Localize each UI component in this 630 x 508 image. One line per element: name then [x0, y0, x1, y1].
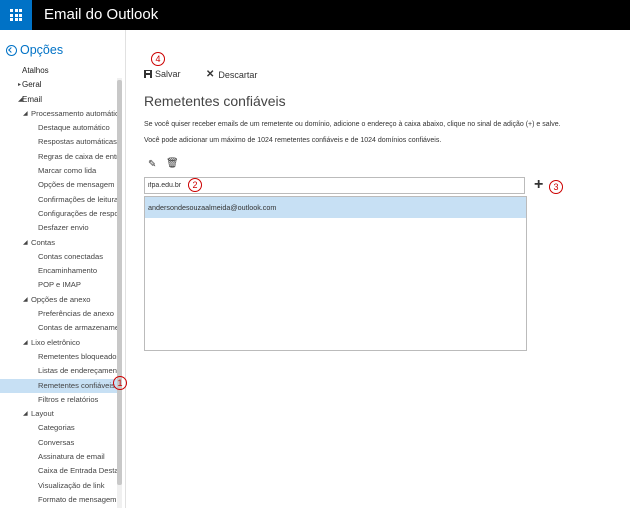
sidebar-item-label: Listas de endereçamento [38, 366, 118, 376]
sidebar-item-label: Formato de mensagem [38, 494, 117, 504]
sidebar-item[interactable]: ◢ Email [0, 93, 118, 107]
sidebar-item-label: Configurações de resposta [38, 208, 118, 218]
caret-down-icon[interactable]: ◢ [23, 336, 28, 350]
sidebar-item-label: Remetentes bloqueados [38, 351, 118, 361]
sidebar-item[interactable]: Filtros e relatórios [0, 393, 118, 407]
waffle-icon [10, 9, 22, 21]
sidebar-item-label: Confirmações de leitura [38, 194, 118, 204]
save-button[interactable]: Salvar [144, 69, 181, 79]
sidebar-item-label: Preferências de anexo [38, 309, 114, 319]
sidebar-item[interactable]: Assinatura de email [0, 450, 118, 464]
sidebar-item-label: Caixa de Entrada Destaques [38, 466, 118, 476]
options-heading: Opções [20, 43, 64, 57]
sidebar-item-label: Lixo eletrônico [31, 337, 80, 347]
sidebar-item-label: Assinatura de email [38, 452, 105, 462]
safe-senders-list[interactable]: andersondesouzaalmeida@outlook.com [144, 196, 527, 351]
sidebar-item-label: Processamento automático [31, 108, 118, 118]
sidebar-item[interactable]: ◢ Lixo eletrônico [0, 336, 118, 350]
caret-down-icon[interactable]: ◢ [23, 293, 28, 307]
sidebar-item-label: Opções de mensagem [38, 180, 115, 190]
sidebar-item[interactable]: Confirmações de leitura [0, 193, 118, 207]
top-bar: Email do Outlook [0, 0, 630, 30]
sidebar-item-label: Visualização de link [38, 480, 105, 490]
sidebar-item[interactable]: ◢ Processamento automático [0, 107, 118, 121]
page-title: Remetentes confiáveis [144, 93, 286, 109]
sidebar-item-label: Remetentes confiáveis [38, 380, 115, 390]
sidebar-item-label: Respostas automáticas [38, 137, 117, 147]
sidebar-item[interactable]: ◢ Layout [0, 407, 118, 421]
annotation-circle-3: 3 [549, 180, 563, 194]
sidebar-item[interactable]: Categorias [0, 421, 118, 435]
save-label: Salvar [155, 69, 181, 79]
sidebar-item[interactable]: Contas conectadas [0, 250, 118, 264]
sidebar-item-label: Layout [31, 409, 54, 419]
add-plus-icon[interactable]: + [534, 177, 543, 193]
sidebar-item[interactable]: Marcar como lida [0, 164, 118, 178]
sidebar-item[interactable]: Listas de endereçamento [0, 364, 118, 378]
discard-button[interactable]: ✕ Descartar [206, 69, 257, 80]
sidebar-item-label: Geral [22, 80, 42, 90]
sidebar-item-label: Desfazer envio [38, 223, 89, 233]
options-sidebar: Opções Atalhos ▸ Geral ◢ Email ◢ Processamento… [0, 30, 126, 508]
sidebar-item[interactable]: Visualização de link [0, 479, 118, 493]
sidebar-item[interactable]: Destaque automático [0, 121, 118, 135]
discard-label: Descartar [218, 69, 258, 80]
close-icon: ✕ [206, 69, 215, 80]
annotation-circle-1: 1 [113, 376, 127, 390]
sidebar-item-label: POP e IMAP [38, 280, 81, 290]
sidebar-item-label: Email [22, 94, 43, 104]
list-item[interactable]: andersondesouzaalmeida@outlook.com [145, 197, 526, 218]
pencil-icon[interactable]: ✎ [148, 159, 156, 170]
sidebar-item[interactable]: Formato de mensagem [0, 493, 118, 507]
sidebar-item[interactable]: Remetentes confiáveis [0, 378, 118, 393]
sidebar-item[interactable]: ▸ Geral [0, 78, 118, 92]
main-panel: Salvar ✕ Descartar Remetentes confiáveis… [126, 30, 630, 508]
caret-right-icon[interactable]: ▸ [18, 78, 21, 92]
sidebar-item-label: Atalhos [22, 66, 49, 75]
sidebar-item[interactable]: Regras de caixa de entrada e limpeza [0, 150, 118, 164]
sidebar-item-label: Regras de caixa de entrada e limpeza [38, 151, 118, 161]
sidebar-item[interactable]: Remetentes bloqueados [0, 350, 118, 364]
sidebar-item-label: Contas conectadas [38, 251, 104, 261]
sidebar-item-label: Opções de anexo [31, 294, 91, 304]
sidebar-item-label: Marcar como lida [38, 166, 97, 176]
back-arrow-icon [6, 44, 17, 56]
save-disk-icon [144, 70, 152, 78]
description-line-2: Você pode adicionar um máximo de 1024 re… [144, 137, 442, 144]
sidebar-item[interactable]: Atalhos [0, 64, 118, 78]
sidebar-item-label: Contas de armazenamento [38, 323, 118, 333]
caret-down-icon[interactable]: ◢ [23, 107, 28, 121]
sidebar-item[interactable]: POP e IMAP [0, 278, 118, 292]
sidebar-item[interactable]: ◢ Opções de anexo [0, 293, 118, 307]
sidebar-item[interactable]: Respostas automáticas [0, 135, 118, 149]
sidebar-item[interactable]: Caixa de Entrada Destaques [0, 464, 118, 478]
annotation-circle-2: 2 [188, 178, 202, 192]
sidebar-item-label: Destaque automático [38, 123, 110, 133]
sidebar-item[interactable]: Contas de armazenamento [0, 321, 118, 335]
sidebar-item[interactable]: Conversas [0, 436, 118, 450]
app-launcher-button[interactable] [0, 0, 32, 30]
trash-icon[interactable]: 🗑 [166, 158, 179, 169]
sidebar-item[interactable]: Encaminhamento [0, 264, 118, 278]
options-nav: Atalhos ▸ Geral ◢ Email ◢ Processamento automá… [0, 64, 118, 507]
sidebar-item-label: Conversas [38, 437, 75, 447]
caret-down-icon[interactable]: ◢ [23, 236, 28, 250]
sidebar-item-label: Filtros e relatórios [38, 394, 99, 404]
sidebar-item-label: Contas [31, 237, 56, 247]
sidebar-item[interactable]: Desfazer envio [0, 221, 118, 235]
back-to-options-button[interactable]: Opções [6, 43, 63, 57]
sidebar-item[interactable]: Configurações de resposta [0, 207, 118, 221]
annotation-circle-4: 4 [151, 52, 165, 66]
app-title: Email do Outlook [44, 6, 159, 23]
sidebar-item-label: Categorias [38, 423, 75, 433]
caret-down-icon[interactable]: ◢ [23, 407, 28, 421]
description-line-1: Se você quiser receber emails de um reme… [144, 121, 561, 128]
sidebar-item[interactable]: Opções de mensagem [0, 178, 118, 192]
sidebar-item[interactable]: ◢ Contas [0, 236, 118, 250]
sidebar-scrollbar-thumb[interactable] [117, 80, 122, 485]
sidebar-item-label: Encaminhamento [38, 266, 98, 276]
sidebar-item[interactable]: Preferências de anexo [0, 307, 118, 321]
